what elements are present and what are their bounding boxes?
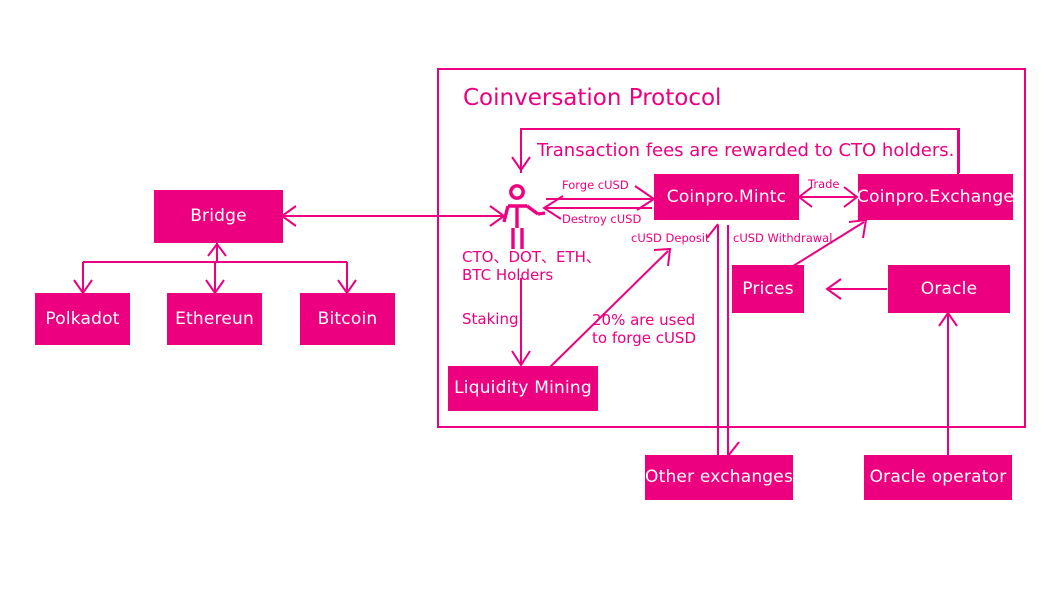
page-title: Coinversation Protocol [463,85,722,111]
label-cusd-withdrawal: cUSD Withdrawal [733,231,833,245]
label-transaction-fees: Transaction fees are rewarded to CTO hol… [537,140,955,161]
label-forge-cusd: Forge cUSD [562,178,629,192]
node-coinpro-exchange[interactable]: Coinpro.Exchange [857,174,1014,220]
arrowhead-cusd-withdrawal [727,441,740,457]
label-forge-note-line1: 20% are used [592,311,696,329]
label-holders-line1: CTO、DOT、ETH、 [462,248,601,266]
node-coinpro-mintc[interactable]: Coinpro.Mintc [654,174,799,220]
node-bridge[interactable]: Bridge [154,190,283,243]
person-icon [502,184,546,249]
node-oracle-operator[interactable]: Oracle operator [864,455,1012,500]
label-forge-note-line2: to forge cUSD [592,329,697,347]
node-polkadot[interactable]: Polkadot [35,293,130,345]
node-liquidity-mining[interactable]: Liquidity Mining [448,366,598,411]
node-prices[interactable]: Prices [732,265,804,313]
node-bitcoin[interactable]: Bitcoin [300,293,395,345]
node-ethereun[interactable]: Ethereun [167,293,262,345]
label-holders-line2: BTC Holders [462,266,554,284]
diagram-canvas: Bridge Polkadot Ethereun Bitcoin Coinpro… [0,0,1063,613]
label-cusd-deposit: cUSD Deposit [631,231,710,245]
node-other-exchanges[interactable]: Other exchanges [645,455,793,500]
label-staking: Staking [462,310,519,328]
label-destroy-cusd: Destroy cUSD [562,212,642,226]
node-oracle[interactable]: Oracle [888,265,1010,313]
label-trade: Trade [808,177,840,191]
